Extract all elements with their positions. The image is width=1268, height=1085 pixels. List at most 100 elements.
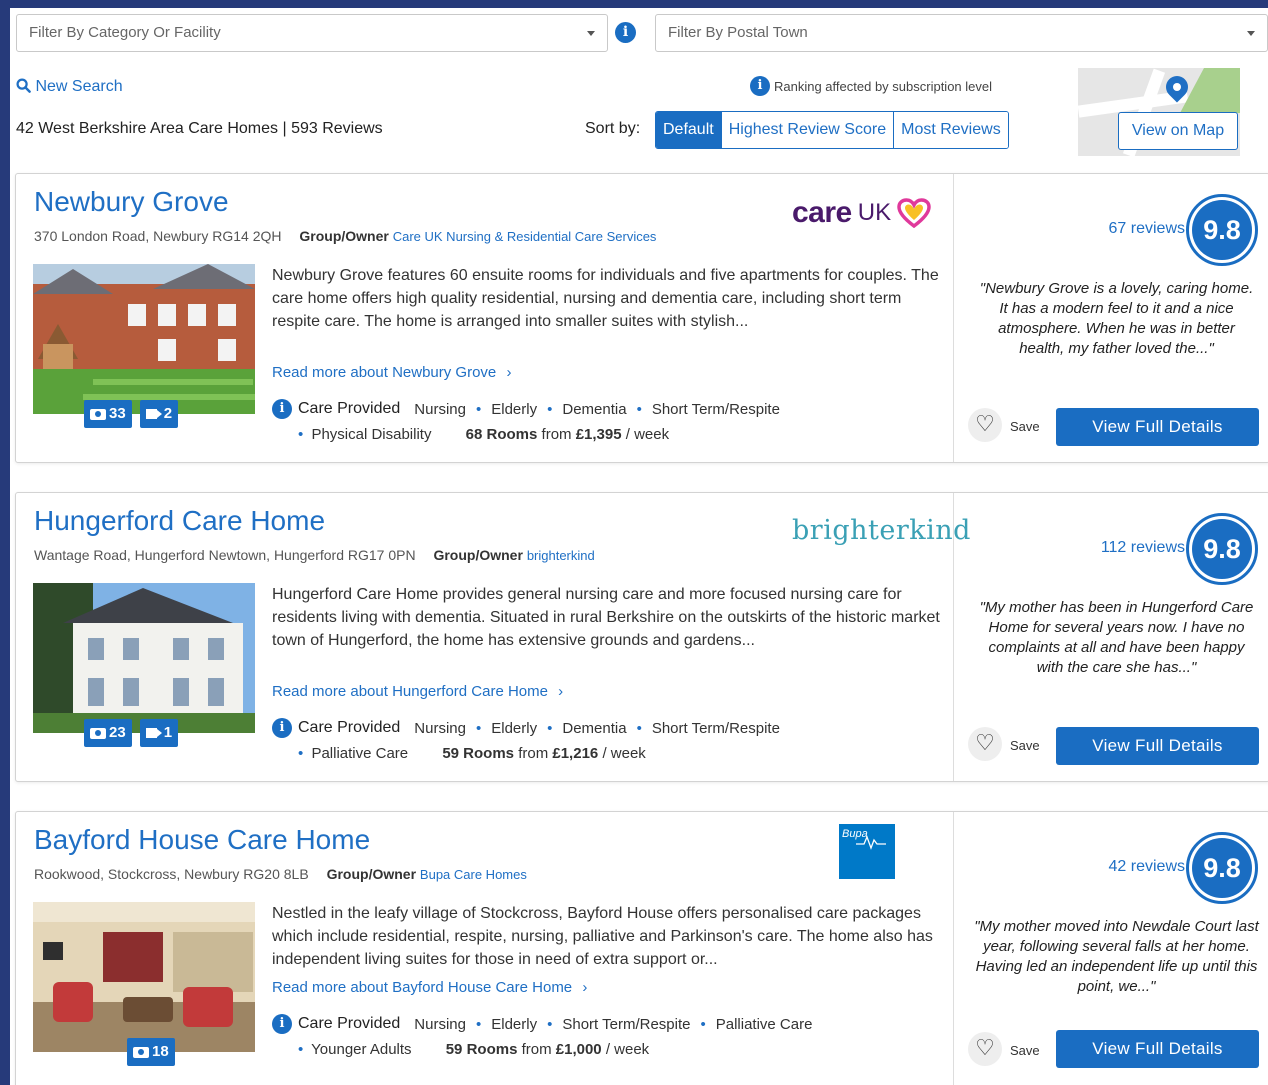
care-provided-label: Care Provided [298,719,401,736]
photo-count-badge[interactable]: 33 [84,400,132,428]
chevron-right-icon: › [506,364,512,381]
save-label[interactable]: Save [1010,419,1040,434]
reviews-count-link[interactable]: 67 reviews [1109,220,1185,238]
ranking-note-text: Ranking affected by subscription level [774,78,992,94]
view-on-map-button[interactable]: View on Map [1118,112,1238,150]
read-more-link[interactable]: Read more about Hungerford Care Home › [272,683,563,700]
video-icon [145,409,162,419]
photo-count-badge[interactable]: 18 [127,1038,175,1066]
care-home-description: Nestled in the leafy village of Stockcro… [272,905,933,968]
care-home-card: Hungerford Care Home Wantage Road, Hunge… [15,492,1268,782]
video-count-badge[interactable]: 1 [139,719,179,747]
rooms-price: 59 Rooms from £1,000 / week [446,1041,649,1058]
care-provided-row: i Care Provided Nursing • Elderly • Dement… [272,399,780,419]
sort-highest-score-button[interactable]: Highest Review Score [721,112,895,148]
care-home-photo[interactable] [33,264,255,414]
price-period: / week [602,745,646,762]
care-type: Nursing [414,719,466,737]
save-label[interactable]: Save [1010,1043,1040,1058]
save-heart-button[interactable]: ♡ [968,727,1002,761]
price: £1,216 [552,745,599,762]
info-icon[interactable]: i [615,22,636,43]
group-owner-label: Group/Owner [433,547,523,563]
category-filter-select[interactable]: Filter By Category Or Facility [16,14,608,52]
group-owner-link[interactable]: brighterkind [527,548,595,563]
brighterkind-logo: brighterkind [792,515,971,546]
category-filter-placeholder: Filter By Category Or Facility [29,24,221,41]
care-home-photo[interactable] [33,583,255,733]
chevron-down-icon [587,31,595,36]
view-full-details-button[interactable]: View Full Details [1056,1030,1259,1068]
reviews-count-link[interactable]: 112 reviews [1101,539,1185,557]
care-type: Dementia [562,719,627,737]
care-type: Short Term/Respite [651,719,780,737]
sort-default-button[interactable]: Default [656,112,722,148]
price-period: / week [625,426,670,443]
save-heart-button[interactable]: ♡ [968,1032,1002,1066]
chevron-down-icon [1247,31,1255,36]
price-period: / week [605,1041,650,1058]
address-text: Rookwood, Stockcross, Newbury RG20 8LB [34,866,309,882]
review-score: 9.8 [1192,838,1252,898]
address-text: Wantage Road, Hungerford Newtown, Hunger… [34,547,416,563]
heart-icon: ♡ [975,412,995,437]
rooms-price: 59 Rooms from £1,216 / week [442,745,645,762]
care-type: Short Term/Respite [562,1015,691,1033]
from-label: from [541,426,572,443]
map-thumbnail[interactable]: View on Map [1078,68,1240,156]
care-type: Younger Adults [311,1041,412,1058]
care-home-name-link[interactable]: Hungerford Care Home [34,505,325,537]
care-home-description: Newbury Grove features 60 ensuite rooms … [272,267,939,330]
sort-button-group: Default Highest Review Score Most Review… [655,111,1009,149]
care-home-name-link[interactable]: Newbury Grove [34,186,229,218]
care-type: Elderly [491,719,538,737]
care-type: Nursing [414,400,466,418]
heart-icon: ♡ [975,1036,995,1061]
review-quote: "Newbury Grove is a lovely, caring home.… [979,280,1254,357]
care-home-address: Wantage Road, Hungerford Newtown, Hunger… [34,547,595,563]
rooms-price: 68 Rooms from £1,395 / week [466,426,669,443]
care-rooms-row: • Physical Disability 68 Rooms from £1,3… [298,426,670,443]
info-icon[interactable]: i [750,76,770,96]
care-type: Elderly [491,400,538,418]
info-icon[interactable]: i [272,399,292,419]
media-badges: 33 2 [84,400,179,428]
read-more-link[interactable]: Read more about Newbury Grove › [272,364,511,381]
postal-town-filter-select[interactable]: Filter By Postal Town [655,14,1268,52]
review-score: 9.8 [1192,200,1252,260]
sort-by-label: Sort by: [585,120,641,137]
save-label[interactable]: Save [1010,738,1040,753]
view-full-details-button[interactable]: View Full Details [1056,727,1259,765]
search-icon [16,78,31,93]
reviews-count-link[interactable]: 42 reviews [1109,858,1185,876]
care-type: Palliative Care [715,1015,813,1033]
care-rooms-row: • Younger Adults 59 Rooms from £1,000 / … [298,1041,650,1058]
group-owner-label: Group/Owner [299,228,389,244]
save-heart-button[interactable]: ♡ [968,408,1002,442]
info-icon[interactable]: i [272,718,292,738]
video-count-badge[interactable]: 2 [139,400,179,428]
care-type: Dementia [562,400,627,418]
sort-most-reviews-button[interactable]: Most Reviews [894,112,1008,148]
group-owner-link[interactable]: Bupa Care Homes [420,867,527,882]
care-home-name-link[interactable]: Bayford House Care Home [34,824,370,856]
camera-icon [90,727,106,739]
care-type: Palliative Care [311,745,409,762]
view-full-details-button[interactable]: View Full Details [1056,408,1259,446]
care-type: Elderly [491,1015,538,1033]
care-provided-label: Care Provided [298,1015,401,1032]
address-text: 370 London Road, Newbury RG14 2QH [34,228,282,244]
read-more-link[interactable]: Read more about Bayford House Care Home … [272,979,587,996]
postal-town-filter-placeholder: Filter By Postal Town [668,24,808,41]
group-owner-link[interactable]: Care UK Nursing & Residential Care Servi… [393,229,657,244]
review-quote: "My mother has been in Hungerford Care H… [979,599,1254,676]
care-type: Nursing [414,1015,466,1033]
ranking-note: i Ranking affected by subscription level [750,76,992,96]
care-home-photo[interactable] [33,902,255,1052]
photo-count-badge[interactable]: 23 [84,719,132,747]
care-uk-logo: care UK [792,196,931,230]
info-icon[interactable]: i [272,1014,292,1034]
new-search-link[interactable]: New Search [16,78,123,96]
care-provided-row: i Care Provided Nursing • Elderly • Short … [272,1014,812,1034]
care-home-address: Rookwood, Stockcross, Newbury RG20 8LB G… [34,866,527,882]
